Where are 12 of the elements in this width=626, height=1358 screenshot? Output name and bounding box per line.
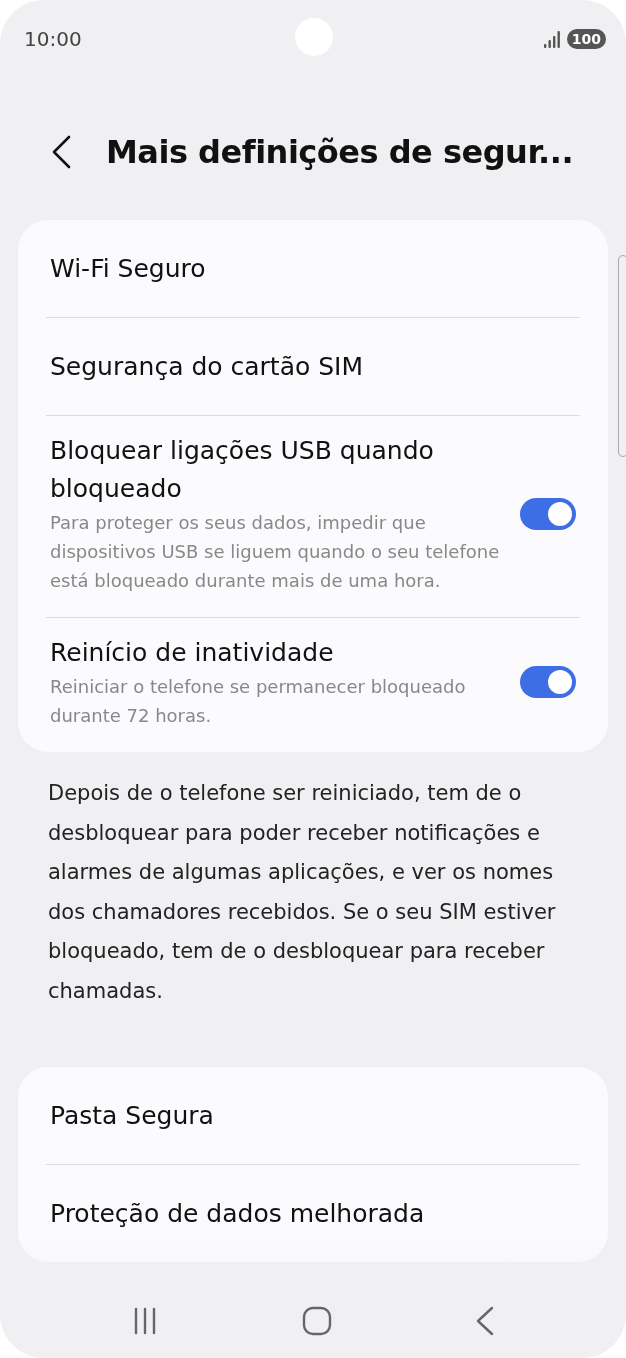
setting-title[interactable]: Pasta Segura	[50, 1096, 576, 1135]
info-text: Depois de o telefone ser reiniciado, tem de o desbloquear para poder receber notificações e alarmes de algumas aplicações, e ver os nomes dos chamadores recebidos. Se o seu SIM estiver bloqueado, tem de o desbloquear para receber chamadas.	[48, 780, 557, 1005]
setting-title[interactable]: Wi-Fi Seguro	[50, 249, 576, 288]
setting-title[interactable]: Proteção de dados melhorada	[50, 1194, 576, 1233]
setting-description: Reiniciar o telefone se permanecer bloqueado durante 72 horas.	[50, 675, 467, 728]
setting-title[interactable]: Bloquear ligações USB quando bloqueado	[50, 432, 500, 508]
page-title: Mais definições de segur...	[106, 133, 574, 171]
setting-title[interactable]: Segurança do cartão SIM	[50, 347, 576, 386]
setting-title[interactable]: Reinício de inatividade	[50, 634, 500, 672]
status-time: 10:00	[24, 27, 82, 51]
setting-description: Para proteger os seus dados, impedir que dispositivos USB se liguem quando o seu telefone está bloqueado durante mais de uma hora.	[50, 511, 500, 593]
battery-level: 100	[566, 29, 606, 49]
